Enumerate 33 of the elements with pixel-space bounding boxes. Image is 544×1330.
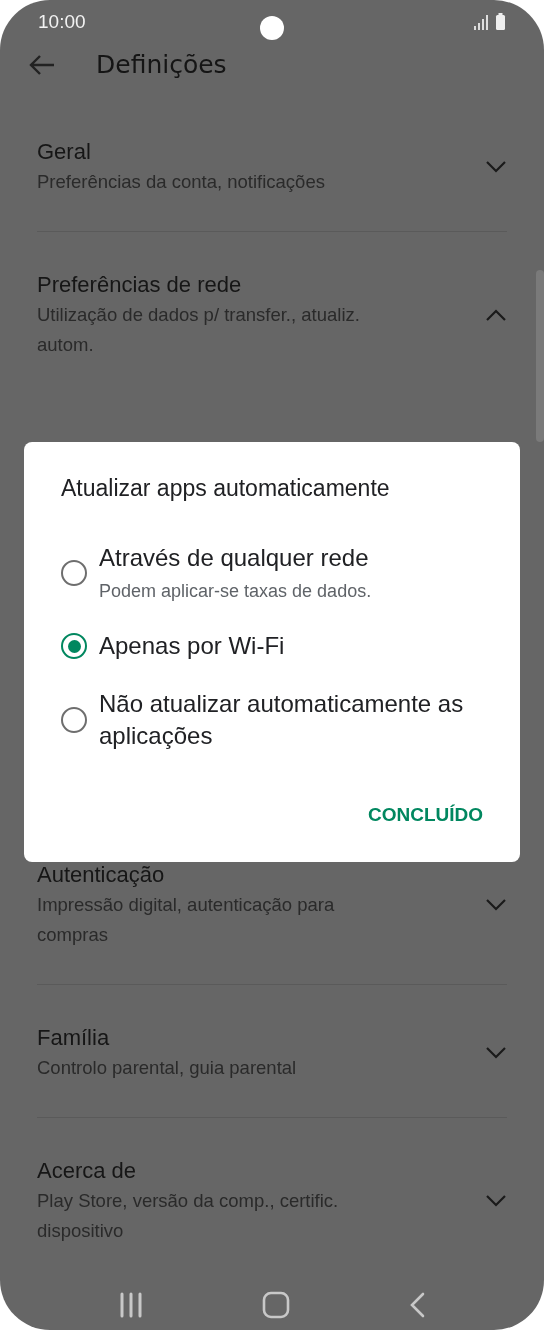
- back-arrow-icon[interactable]: [28, 52, 56, 77]
- item-subtitle: Play Store, versão da comp., certific.: [37, 1188, 339, 1213]
- settings-item[interactable]: Preferências de rede Utilização de dados p/ transfer., atualiz. autom.: [37, 231, 507, 394]
- back-icon[interactable]: [408, 1291, 425, 1318]
- option-description: Podem aplicar-se taxas de dados.: [99, 580, 373, 603]
- home-icon[interactable]: [262, 1290, 290, 1319]
- item-title: Autenticação: [37, 860, 166, 889]
- item-subtitle: Preferências da conta, notificações: [37, 169, 325, 194]
- item-subtitle: dispositivo: [37, 1218, 125, 1243]
- camera-hole: [260, 16, 284, 40]
- item-subtitle: Controlo parental, guia parental: [37, 1055, 297, 1080]
- status-icons: [474, 12, 506, 31]
- option-label[interactable]: Através de qualquer rede: [99, 542, 469, 574]
- recent-apps-icon[interactable]: [119, 1291, 144, 1318]
- item-title: Acerca de: [37, 1156, 138, 1185]
- status-time: 10:00: [38, 10, 86, 33]
- item-title: Preferências de rede: [37, 270, 243, 299]
- radio-button[interactable]: [61, 707, 87, 733]
- radio-button[interactable]: [61, 633, 87, 659]
- page-title: Definições: [96, 50, 227, 80]
- settings-item[interactable]: Acerca de Play Store, versão da comp., certific. dispositivo: [37, 1117, 507, 1280]
- item-subtitle: Impressão digital, autenticação para: [37, 892, 335, 917]
- item-title: Geral: [37, 137, 92, 166]
- option-label[interactable]: Não atualizar automaticamente as aplicações: [99, 688, 469, 752]
- item-subtitle: Utilização de dados p/ transfer., atualiz.: [37, 302, 360, 327]
- option-label[interactable]: Apenas por Wi-Fi: [99, 630, 469, 662]
- settings-item[interactable]: Família Controlo parental, guia parental: [37, 984, 507, 1118]
- item-subtitle: autom.: [37, 332, 95, 357]
- radio-button[interactable]: [61, 560, 87, 586]
- item-title: Família: [37, 1023, 111, 1052]
- settings-item[interactable]: Geral Preferências da conta, notificações: [37, 98, 507, 232]
- dialog-title: Atualizar apps automaticamente: [61, 474, 391, 503]
- item-subtitle: compras: [37, 922, 109, 947]
